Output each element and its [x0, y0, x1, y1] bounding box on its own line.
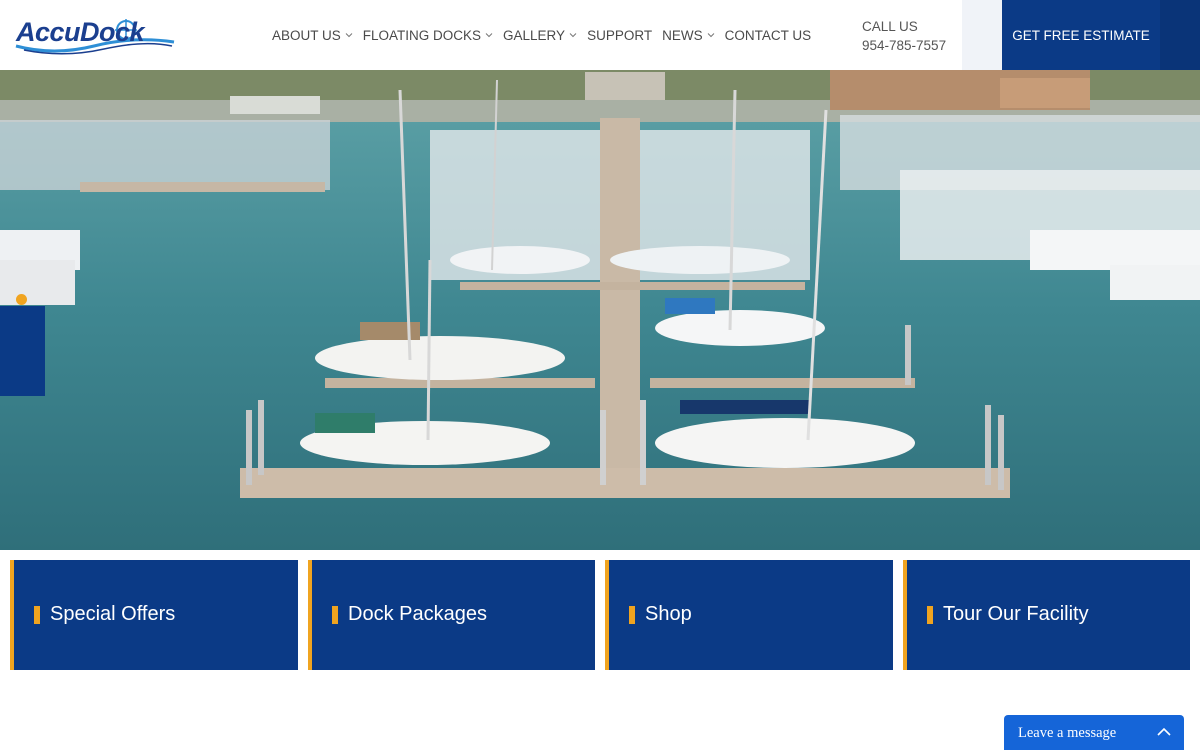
logo-text: AccuDock	[16, 17, 145, 47]
nav-item-news[interactable]: NEWS	[662, 28, 715, 43]
marina-aerial-image	[0, 70, 1200, 550]
main-nav: ABOUT US FLOATING DOCKS GALLERY SUPPORT …	[272, 26, 821, 44]
chevron-down-icon	[345, 33, 353, 38]
get-free-estimate-button[interactable]: GET FREE ESTIMATE	[1002, 0, 1160, 70]
side-tab[interactable]	[0, 306, 45, 396]
nav-label: SUPPORT	[587, 27, 653, 43]
chevron-down-icon	[707, 33, 714, 38]
site-header: AccuDock ABOUT US FLOATING DOCKS GALLERY…	[0, 0, 1200, 70]
slide-dot-1[interactable]	[16, 294, 27, 305]
nav-label: FLOATING DOCKS	[362, 27, 482, 43]
nav-label: GALLERY	[503, 27, 566, 43]
feature-cards: Special Offers Dock Packages Shop Tour O…	[10, 560, 1190, 670]
card-accent-bar	[34, 606, 40, 624]
card-accent-bar	[629, 606, 635, 624]
chat-widget[interactable]: Leave a message	[1004, 715, 1184, 750]
card-label: Special Offers	[50, 603, 176, 625]
phone-number[interactable]: 954-785-7557	[862, 36, 946, 55]
header-spacer	[962, 0, 1002, 70]
nav-item-about-us[interactable]: ABOUT US	[272, 28, 353, 43]
card-accent-bar	[927, 606, 933, 624]
card-label: Tour Our Facility	[943, 603, 1089, 625]
call-us-block[interactable]: CALL US 954-785-7557	[862, 17, 946, 55]
card-tour-our-facility[interactable]: Tour Our Facility	[903, 560, 1190, 670]
nav-item-support[interactable]: SUPPORT	[587, 28, 652, 43]
card-dock-packages[interactable]: Dock Packages	[308, 560, 595, 670]
nav-item-contact-us[interactable]: CONTACT US	[725, 28, 812, 43]
chevron-down-icon	[569, 33, 577, 38]
card-label: Dock Packages	[348, 603, 487, 625]
chevron-down-icon	[485, 33, 493, 38]
card-shop[interactable]: Shop	[605, 560, 893, 670]
call-us-label: CALL US	[862, 19, 918, 34]
hero-slider	[0, 70, 1200, 550]
nav-label: CONTACT US	[724, 27, 812, 43]
chat-label: Leave a message	[1018, 725, 1117, 741]
accudock-logo[interactable]: AccuDock	[14, 16, 176, 56]
nav-item-gallery[interactable]: GALLERY	[503, 28, 577, 43]
card-label: Shop	[645, 603, 692, 625]
nav-label: ABOUT US	[272, 27, 341, 43]
header-edge	[1160, 0, 1200, 70]
nav-label: NEWS	[662, 27, 703, 43]
card-accent-bar	[332, 606, 338, 624]
nav-item-floating-docks[interactable]: FLOATING DOCKS	[363, 28, 493, 43]
chevron-up-icon[interactable]	[1156, 725, 1172, 739]
card-special-offers[interactable]: Special Offers	[10, 560, 298, 670]
